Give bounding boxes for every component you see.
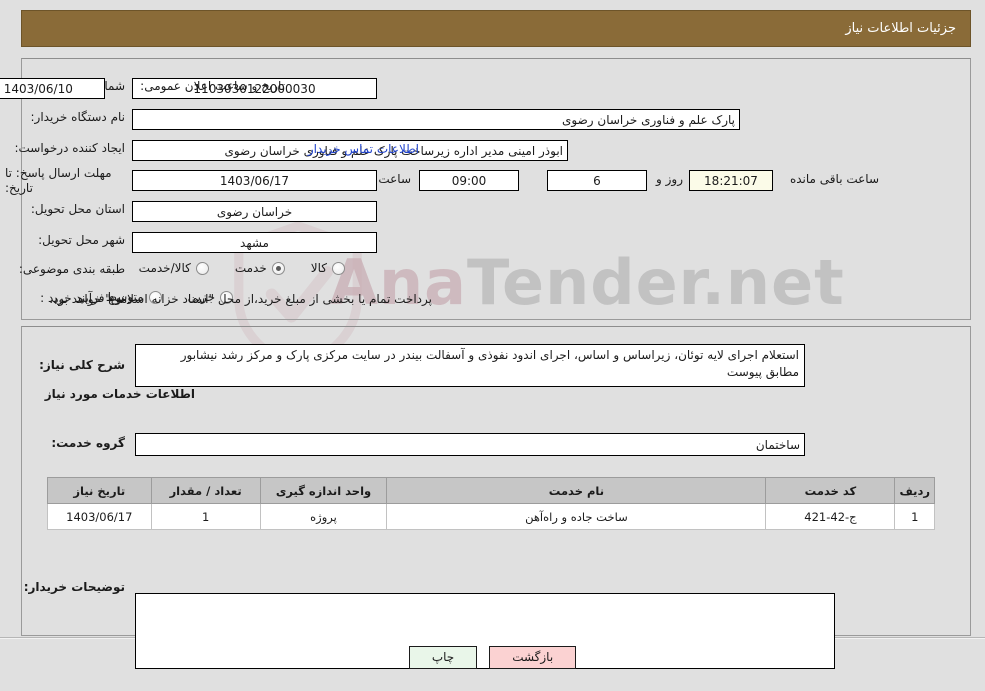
buyer-contact-link[interactable]: اطلاعات تماس خریدار [308, 142, 419, 156]
table-cell-unit: پروژه [259, 503, 388, 530]
buyer-org-label: نام دستگاه خریدار: [30, 110, 126, 124]
category-radio-label-2: کالا/خدمت [138, 261, 191, 275]
province-input[interactable] [132, 201, 377, 222]
request-creator-label: ایجاد کننده درخواست: [14, 141, 125, 155]
table-header-quantity: تعداد / مقدار [150, 477, 261, 504]
province-label: استان محل تحویل: [30, 202, 125, 216]
category-radio-2[interactable] [195, 261, 209, 275]
general-description-textarea[interactable] [135, 344, 805, 387]
page-title: جزئیات اطلاعات نیاز [845, 21, 956, 36]
city-input[interactable] [132, 232, 377, 253]
category-label: طبقه بندی موضوعی: [18, 262, 125, 276]
category-radio-group: کالا خدمت کالا/خدمت [113, 261, 345, 275]
category-radio-item-0[interactable]: کالا [311, 261, 345, 275]
category-radio-item-1[interactable]: خدمت [235, 261, 285, 275]
category-radio-label-0: کالا [310, 261, 327, 275]
city-label: شهر محل تحویل: [38, 233, 125, 247]
services-table: ردیف کد خدمت نام خدمت واحد اندازه گیری ت… [47, 477, 935, 530]
table-cell-name: ساخت جاده و راه‌آهن [386, 503, 767, 530]
deadline-remaining-suffix-label: ساعت باقی مانده [789, 172, 879, 186]
table-header-unit: واحد اندازه گیری [259, 477, 388, 504]
table-header-name: نام خدمت [386, 477, 767, 504]
service-group-label: گروه خدمت: [51, 436, 125, 450]
table-header-date: تاریخ نیاز [47, 477, 152, 504]
print-button[interactable]: چاپ [408, 646, 478, 669]
category-radio-label-1: خدمت [234, 261, 267, 275]
back-button[interactable]: بازگشت [489, 646, 577, 669]
buyer-notes-label: توضیحات خریدار: [23, 580, 125, 594]
service-group-input[interactable] [135, 433, 805, 456]
category-radio-item-2[interactable]: کالا/خدمت [139, 261, 209, 275]
table-header-radif: ردیف [894, 477, 935, 504]
table-cell-radif: 1 [894, 503, 935, 530]
table-cell-quantity: 1 [150, 503, 261, 530]
category-radio-1[interactable] [271, 261, 285, 275]
deadline-date-input[interactable] [132, 170, 377, 191]
purchase-type-note: پرداخت تمام یا بخشی از مبلغ خرید،از محل … [49, 292, 432, 306]
announce-datetime-input[interactable] [0, 78, 105, 99]
deadline-days-input[interactable] [547, 170, 647, 191]
deadline-label: مهلت ارسال پاسخ: تا تاریخ: [5, 166, 112, 195]
table-header-row: ردیف کد خدمت نام خدمت واحد اندازه گیری ت… [47, 477, 935, 504]
table-cell-code: ج-42-421 [765, 503, 896, 530]
table-header-code: کد خدمت [765, 477, 896, 504]
deadline-days-suffix-label: روز و [656, 172, 683, 186]
deadline-time-label: ساعت [378, 172, 411, 186]
services-section-title: اطلاعات خدمات مورد نیاز [44, 387, 195, 401]
table-row[interactable]: 1 ج-42-421 ساخت جاده و راه‌آهن پروژه 1 1… [47, 503, 935, 530]
footer-button-bar: بازگشت چاپ [0, 646, 985, 669]
buyer-org-input[interactable] [132, 109, 740, 130]
page-root: AnaTender.net جزئیات اطلاعات نیاز شماره … [0, 0, 985, 691]
announce-datetime-label: تاریخ و ساعت اعلان عمومی: [140, 79, 285, 93]
page-header-bar: جزئیات اطلاعات نیاز [21, 10, 971, 47]
table-cell-date: 1403/06/17 [47, 503, 152, 530]
deadline-remaining-input[interactable] [689, 170, 773, 191]
general-description-field[interactable] [0, 344, 805, 387]
category-radio-0[interactable] [332, 261, 345, 275]
deadline-time-input[interactable] [419, 170, 519, 191]
